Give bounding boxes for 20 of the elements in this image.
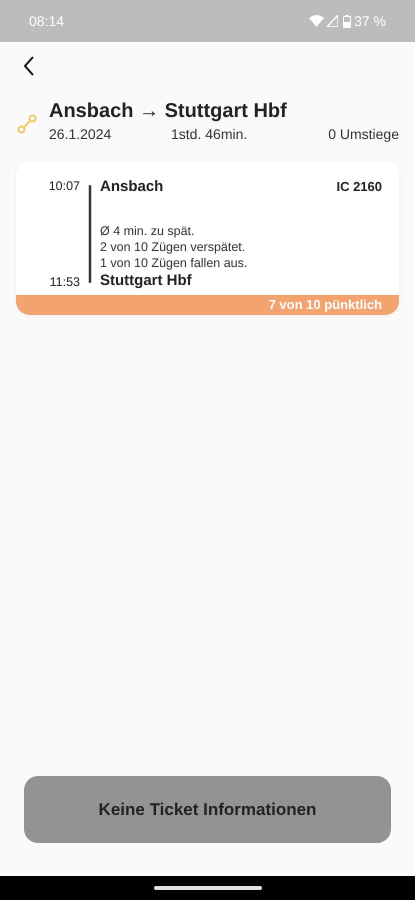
route-icon [17,114,37,134]
train-number: IC 2160 [336,178,382,196]
departure-time: 10:07 [48,178,80,195]
clock: 08:14 [29,12,64,30]
trip-date: 26.1.2024 [49,125,112,144]
signal-icon [327,15,338,27]
transfer-count: 0 Umstiege [328,125,399,144]
arrival-station: Stuttgart Hbf [100,271,193,291]
punctuality-bar: 7 von 10 pünktlich [16,295,399,315]
back-icon [23,56,35,76]
departure-station: Ansbach [100,177,164,197]
delay-stat: 1 von 10 Zügen fallen aus. [100,255,248,271]
battery-icon [343,14,352,28]
route-title: Ansbach → Stuttgart Hbf [49,99,288,124]
wifi-icon [309,15,324,27]
arrival-time: 11:53 [50,274,80,291]
delay-stat: Ø 4 min. zu spät. [100,223,196,239]
trip-duration: 1std. 46min. [171,125,248,144]
delay-stat: 2 von 10 Zügen verspätet. [100,239,246,255]
battery-level: 37 % [354,12,386,30]
